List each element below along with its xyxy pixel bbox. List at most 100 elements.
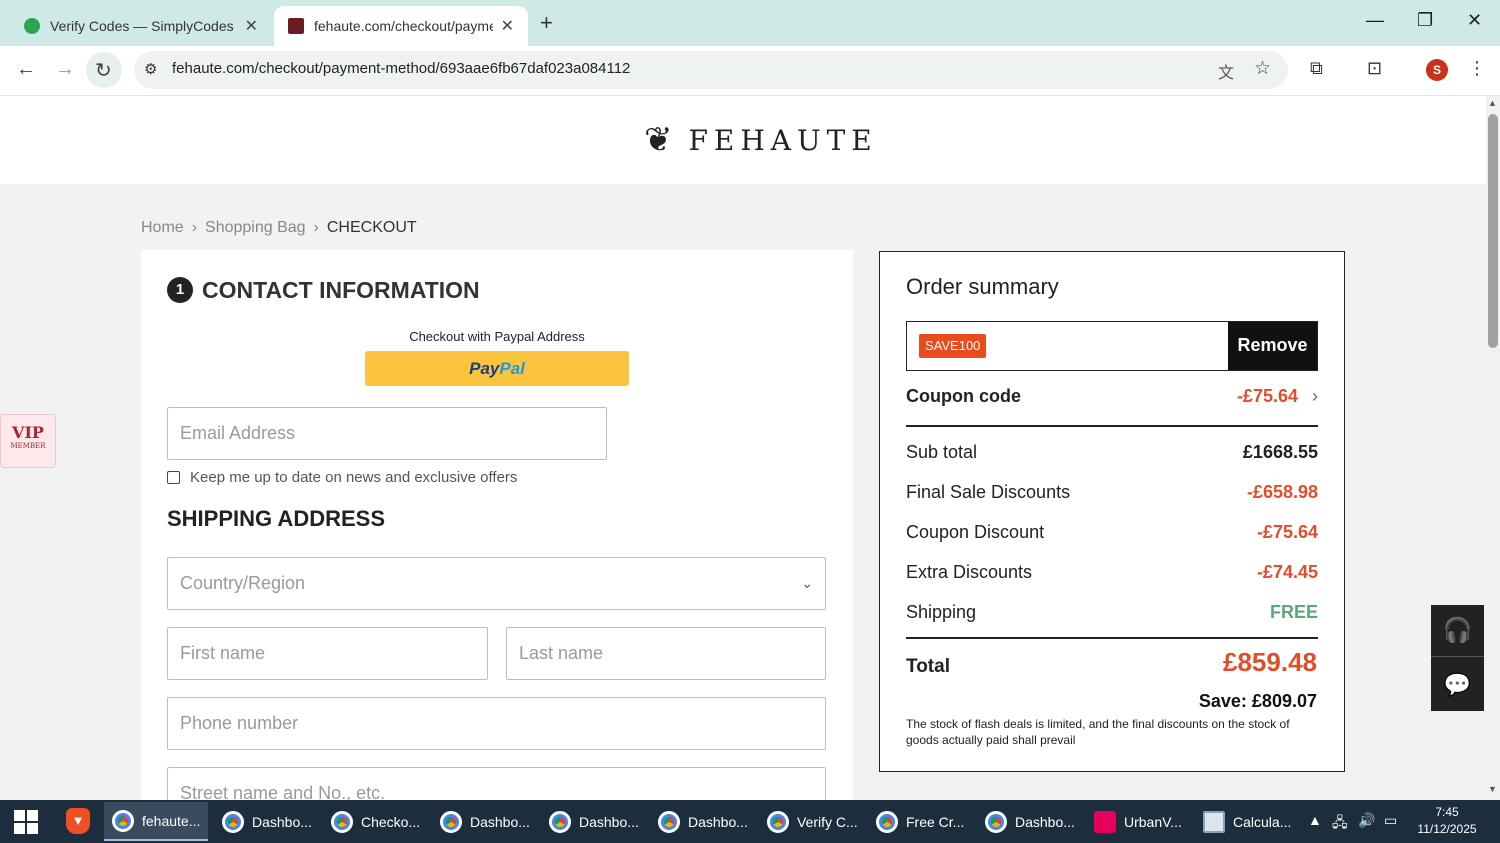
taskbar-item[interactable]: Dashbo... — [977, 802, 1081, 841]
simplycodes-favicon-icon — [24, 18, 40, 34]
forward-arrow-icon[interactable]: → — [55, 58, 75, 81]
row-label: Sub total — [906, 442, 978, 462]
taskbar-item-label: Calcula... — [1233, 813, 1292, 830]
coupon-discount-row: Coupon Discount -£75.64 — [906, 522, 1318, 543]
logo-mark-icon: ❦ — [644, 120, 673, 160]
remove-coupon-button[interactable]: Remove — [1228, 322, 1317, 370]
profile-avatar[interactable]: S — [1426, 59, 1448, 81]
row-value: -£74.45 — [1256, 562, 1318, 582]
url-text[interactable]: fehaute.com/checkout/payment-method/693a… — [172, 60, 630, 77]
final-sale-discounts-row: Final Sale Discounts -£658.98 — [906, 482, 1318, 503]
headset-icon[interactable]: 🎧 — [1431, 605, 1484, 657]
row-value: £1668.55 — [1242, 442, 1318, 462]
minimize-icon[interactable]: — — [1366, 10, 1384, 31]
browser-toolbar: ← → ↻ ⚙ fehaute.com/checkout/payment-met… — [0, 46, 1500, 96]
newsletter-checkbox[interactable] — [167, 471, 180, 484]
tray-overflow-icon[interactable]: ▲ — [1308, 812, 1322, 828]
site-info-icon[interactable]: ⚙ — [144, 60, 157, 78]
shipping-row: Shipping FREE — [906, 602, 1318, 623]
brave-browser-icon[interactable]: ▼ — [66, 808, 90, 834]
breadcrumb-home[interactable]: Home — [141, 219, 184, 236]
restore-icon[interactable]: ❐ — [1417, 10, 1433, 31]
street-field[interactable]: Street name and No., etc. — [167, 767, 826, 800]
system-clock[interactable]: 7:45 11/12/2025 — [1412, 804, 1482, 838]
contact-information-title: CONTACT INFORMATION — [202, 277, 480, 303]
chrome-icon — [767, 810, 789, 833]
summary-divider — [906, 637, 1318, 639]
vip-badge-small: MEMBER — [10, 442, 46, 450]
total-value: £859.48 — [1223, 647, 1317, 677]
close-tab-icon[interactable]: ✕ — [245, 16, 258, 36]
breadcrumb-shopping-bag[interactable]: Shopping Bag — [205, 219, 306, 236]
country-placeholder: Country/Region — [180, 573, 306, 593]
coupon-tag: SAVE100 — [919, 334, 987, 358]
taskbar-item-label: Dashbo... — [1015, 813, 1075, 830]
calculator-icon — [1203, 810, 1225, 833]
chrome-icon — [112, 809, 134, 832]
coupon-code-row[interactable]: Coupon code -£75.64 › — [906, 386, 1318, 407]
volume-icon[interactable]: 🔊 — [1358, 812, 1375, 829]
vip-member-badge[interactable]: VIP MEMBER — [0, 414, 56, 468]
address-bar[interactable]: ⚙ fehaute.com/checkout/payment-method/69… — [134, 51, 1288, 89]
close-window-icon[interactable]: ✕ — [1467, 10, 1482, 31]
more-menu-icon[interactable]: ⋮ — [1468, 58, 1486, 79]
taskbar-item[interactable]: Free Cr... — [868, 802, 972, 841]
new-tab-icon[interactable]: + — [540, 10, 553, 36]
taskbar-item-label: Dashbo... — [579, 813, 639, 830]
country-select[interactable]: Country/Region ⌄ — [167, 557, 826, 610]
taskbar-item[interactable]: Dashbo... — [432, 802, 536, 841]
paypal-button[interactable]: PayPal — [365, 351, 629, 386]
summary-divider — [906, 425, 1318, 427]
logo-text: FEHAUTE — [688, 123, 878, 157]
translate-icon[interactable]: 文 — [1218, 59, 1234, 83]
paypal-logo-pay: Pay — [469, 359, 500, 378]
taskbar-item-label: Dashbo... — [470, 813, 530, 830]
chrome-icon — [658, 810, 680, 833]
taskbar-item[interactable]: fehaute... — [104, 802, 208, 841]
tab-title: fehaute.com/checkout/paymen — [314, 18, 493, 34]
reload-icon[interactable]: ↻ — [95, 58, 112, 83]
stock-note: The stock of flash deals is limited, and… — [906, 717, 1290, 747]
coupon-code-value: -£75.64 — [1236, 386, 1298, 406]
taskbar-item-label: Verify C... — [797, 813, 858, 830]
battery-icon[interactable]: ▭ — [1384, 812, 1397, 829]
last-name-field[interactable]: Last name — [506, 627, 826, 680]
newsletter-checkbox-row[interactable]: Keep me up to date on news and exclusive… — [167, 469, 517, 486]
extensions-icon[interactable]: ⧉ — [1310, 58, 1323, 79]
windows-start-icon[interactable] — [14, 810, 38, 834]
taskbar-item-label: fehaute... — [142, 812, 201, 829]
page-scrollbar[interactable]: ▲ ▼ — [1486, 96, 1500, 800]
chat-icon[interactable]: 💬 — [1431, 658, 1484, 711]
site-logo[interactable]: ❦ FEHAUTE — [644, 120, 878, 160]
scrollbar-thumb[interactable] — [1488, 114, 1498, 348]
close-tab-icon[interactable]: ✕ — [501, 16, 514, 36]
email-field[interactable]: Email Address — [167, 407, 607, 460]
total-label: Total — [906, 656, 950, 677]
bookmark-star-icon[interactable]: ☆ — [1254, 57, 1271, 80]
checkout-form-card: 1 CONTACT INFORMATION Checkout with Payp… — [141, 250, 853, 800]
scroll-down-icon[interactable]: ▼ — [1488, 784, 1497, 794]
first-name-field[interactable]: First name — [167, 627, 488, 680]
taskbar-item[interactable]: Calcula... — [1195, 802, 1299, 841]
tab-title: Verify Codes — SimplyCodes — [50, 18, 234, 34]
network-icon[interactable]: 🖧 — [1332, 812, 1348, 836]
taskbar-item[interactable]: Verify C... — [759, 802, 863, 841]
taskbar-item[interactable]: Checko... — [323, 802, 427, 841]
taskbar-item[interactable]: Dashbo... — [214, 802, 318, 841]
taskbar-item[interactable]: UrbanV... — [1086, 802, 1190, 841]
row-label: Coupon Discount — [906, 522, 1045, 542]
back-arrow-icon[interactable]: ← — [16, 58, 36, 81]
row-label: Shipping — [906, 602, 977, 622]
taskbar-item[interactable]: Dashbo... — [650, 802, 754, 841]
chrome-icon — [549, 810, 571, 833]
order-summary-title: Order summary — [906, 274, 1059, 299]
scroll-up-icon[interactable]: ▲ — [1488, 98, 1497, 108]
taskbar-item-label: Checko... — [361, 813, 421, 830]
breadcrumb-checkout: CHECKOUT — [326, 219, 417, 236]
tab-search-icon[interactable]: ⊡ — [1367, 58, 1382, 79]
taskbar-item[interactable]: Dashbo... — [541, 802, 645, 841]
tab-fehaute-checkout[interactable]: fehaute.com/checkout/paymen ✕ — [274, 6, 528, 46]
phone-field[interactable]: Phone number — [167, 697, 826, 750]
applied-coupon-box: SAVE100 Remove — [906, 321, 1318, 371]
tab-verify-codes[interactable]: Verify Codes — SimplyCodes ✕ — [10, 6, 272, 46]
